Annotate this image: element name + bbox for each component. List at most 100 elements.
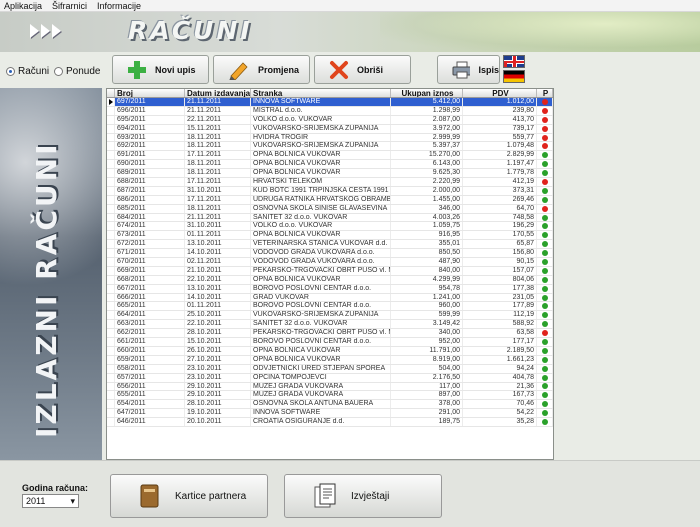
- table-row[interactable]: 658/2011 23.10.2011 ODVJETNIČKI URED STJEP…: [107, 364, 553, 374]
- radio-checked-icon: [6, 67, 15, 76]
- cell-iznos: 3.149,42: [391, 320, 463, 329]
- radio-ponude[interactable]: Ponude: [54, 66, 100, 77]
- partner-cards-button[interactable]: Kartice partnera: [110, 474, 268, 518]
- table-row[interactable]: 696/2011 21.11.2011 MISTRAL d.o.o. 1.298,99…: [107, 106, 553, 116]
- cell-pdv: 413,70: [463, 115, 537, 124]
- table-row[interactable]: 654/2011 28.10.2011 OSNOVNA ŠKOLA ANTUNA B…: [107, 400, 553, 410]
- cell-paid-status: [537, 284, 553, 293]
- table-row[interactable]: 662/2011 28.10.2011 PEKARSKO-TRGOVAČKI OBR…: [107, 329, 553, 339]
- new-button[interactable]: Novi upis: [112, 55, 209, 84]
- cell-paid-status: [537, 151, 553, 160]
- table-row[interactable]: 697/2011 21.11.2011 INNOVA SOFTWARE 5.412,0…: [107, 98, 553, 107]
- cell-broj: 692/2011: [115, 142, 185, 151]
- menu-item-informacije[interactable]: Informacije: [97, 0, 141, 11]
- cell-paid-status: [537, 391, 553, 400]
- row-indicator: [107, 106, 115, 115]
- table-row[interactable]: 686/2011 17.11.2011 UDRUGA RATNIKA HRVATSK…: [107, 195, 553, 205]
- row-indicator: [107, 195, 115, 204]
- row-indicator: [107, 320, 115, 329]
- table-row[interactable]: 646/2011 20.10.2011 CROATIA OSIGURANJE d.d…: [107, 418, 553, 427]
- reports-label: Izvještaji: [351, 490, 390, 502]
- cell-stranka: OPNA BOLNICA VUKOVAR: [251, 275, 391, 284]
- column-header-stranka[interactable]: Stranka: [251, 89, 391, 97]
- cell-paid-status: [537, 311, 553, 320]
- table-row[interactable]: 685/2011 18.11.2011 OSNOVNA ŠKOLA SINIŠE G…: [107, 204, 553, 214]
- column-header-pdv[interactable]: PDV: [463, 89, 537, 97]
- cell-datum: 14.10.2011: [185, 249, 251, 258]
- reports-button[interactable]: Izvještaji: [284, 474, 442, 518]
- cell-iznos: 2.176,50: [391, 373, 463, 382]
- cell-iznos: 9.625,30: [391, 169, 463, 178]
- table-row[interactable]: 689/2011 18.11.2011 OPNA BOLNICA VUKOVAR 9.…: [107, 169, 553, 179]
- row-indicator: [107, 400, 115, 409]
- column-header-p[interactable]: P: [537, 89, 553, 97]
- table-row[interactable]: 672/2011 13.10.2011 VETERINARSKA STANICA V…: [107, 240, 553, 250]
- table-row[interactable]: 694/2011 15.11.2011 VUKOVARSKO-SRIJEMSKA Ž…: [107, 124, 553, 134]
- table-row[interactable]: 661/2011 15.10.2011 BOROVO POSLOVNI CENTAR…: [107, 338, 553, 347]
- cell-pdv: 588,92: [463, 320, 537, 329]
- menu-item-sifrarnici[interactable]: Šifrarnici: [52, 0, 87, 11]
- table-row[interactable]: 666/2011 14.10.2011 GRAD VUKOVAR 1.241,00 23…: [107, 293, 553, 303]
- english-flag-icon[interactable]: [503, 55, 525, 68]
- cell-broj: 655/2011: [115, 391, 185, 400]
- row-indicator: [107, 346, 115, 355]
- row-indicator: [107, 391, 115, 400]
- table-row[interactable]: 660/2011 26.10.2011 OPNA BOLNICA VUKOVAR 11…: [107, 346, 553, 356]
- table-row[interactable]: 688/2011 17.11.2011 HRVATSKI TELEKOM 2.220,…: [107, 178, 553, 187]
- table-row[interactable]: 692/2011 18.11.2011 VUKOVARSKO-SRIJEMSKA Ž…: [107, 142, 553, 152]
- partner-cards-label: Kartice partnera: [175, 490, 247, 502]
- column-header-iznos[interactable]: Ukupan iznos: [391, 89, 463, 97]
- table-row[interactable]: 664/2011 25.10.2011 VUKOVARSKO-SRIJEMSKA Ž…: [107, 311, 553, 321]
- cell-datum: 20.10.2011: [185, 418, 251, 426]
- radio-racuni[interactable]: Računi: [6, 66, 49, 77]
- column-header-datum[interactable]: Datum izdavanja: [185, 89, 251, 97]
- table-row[interactable]: 695/2011 22.11.2011 VOLKO d.o.o. VUKOVAR 2.…: [107, 115, 553, 125]
- new-button-label: Novi upis: [155, 64, 196, 75]
- header-indicator: [107, 89, 115, 97]
- cell-datum: 29.10.2011: [185, 382, 251, 391]
- cell-pdv: 64,70: [463, 204, 537, 213]
- table-row[interactable]: 655/2011 29.10.2011 MUZEJ GRADA VUKOVARA 89…: [107, 391, 553, 401]
- cell-datum: 21.11.2011: [185, 213, 251, 222]
- cell-stranka: INNOVA SOFTWARE: [251, 409, 391, 418]
- cell-paid-status: [537, 222, 553, 231]
- cell-stranka: OPNA BOLNICA VUKOVAR: [251, 346, 391, 355]
- year-select[interactable]: 2011: [22, 494, 79, 508]
- table-row[interactable]: 668/2011 22.10.2011 OPNA BOLNICA VUKOVAR 4.…: [107, 275, 553, 285]
- table-row[interactable]: 669/2011 21.10.2011 PEKARSKO-TRGOVAČKI OBR…: [107, 266, 553, 276]
- table-row[interactable]: 687/2011 31.10.2011 KUD BOTC 1991 TRPINJSK…: [107, 186, 553, 196]
- cell-pdv: 156,80: [463, 249, 537, 258]
- cell-pdv: 804,06: [463, 275, 537, 284]
- table-row[interactable]: 667/2011 13.10.2011 BOROVO POSLOVNI CENTAR…: [107, 284, 553, 294]
- invoice-grid[interactable]: Broj Datum izdavanja Stranka Ukupan izno…: [106, 88, 554, 460]
- table-row[interactable]: 693/2011 18.11.2011 HVIDRA TROGIR 2.999,99 5…: [107, 133, 553, 143]
- menu-item-aplikacija[interactable]: Aplikacija: [4, 0, 42, 11]
- cell-pdv: 196,29: [463, 222, 537, 231]
- edit-button[interactable]: Promjena: [213, 55, 310, 84]
- german-flag-icon[interactable]: [503, 70, 525, 83]
- table-row[interactable]: 657/2011 23.10.2011 OPĆINA TOMPOJEVCI 2.176…: [107, 373, 553, 383]
- table-row[interactable]: 656/2011 29.10.2011 MUZEJ GRADA VUKOVARA 11…: [107, 382, 553, 392]
- delete-button[interactable]: Obriši: [314, 55, 411, 84]
- table-row[interactable]: 659/2011 27.10.2011 OPNA BOLNICA VUKOVAR 8.…: [107, 355, 553, 365]
- page-title: RAČUNI: [128, 16, 253, 45]
- cell-stranka: CROATIA OSIGURANJE d.d.: [251, 418, 391, 426]
- table-row[interactable]: 647/2011 19.10.2011 INNOVA SOFTWARE 291,00 5…: [107, 409, 553, 419]
- table-row[interactable]: 665/2011 01.11.2011 BOROVO POSLOVNI CENTAR…: [107, 302, 553, 312]
- row-indicator: [107, 169, 115, 178]
- table-row[interactable]: 674/2011 31.10.2011 VOLKO d.o.o. VUKOVAR 1.…: [107, 222, 553, 232]
- cell-stranka: OPNA BOLNICA VUKOVAR: [251, 231, 391, 240]
- cell-broj: 685/2011: [115, 204, 185, 213]
- table-row[interactable]: 670/2011 02.11.2011 VODOVOD GRADA VUKOVARA…: [107, 258, 553, 267]
- column-header-broj[interactable]: Broj: [115, 89, 185, 97]
- cell-pdv: 63,58: [463, 329, 537, 338]
- table-row[interactable]: 684/2011 21.11.2011 SANITET 32 d.o.o. VUKO…: [107, 213, 553, 223]
- print-button[interactable]: Ispis: [437, 55, 500, 84]
- table-row[interactable]: 690/2011 18.11.2011 OPNA BOLNICA VUKOVAR 6.…: [107, 160, 553, 170]
- edit-button-label: Promjena: [258, 64, 300, 75]
- table-row[interactable]: 673/2011 01.11.2011 OPNA BOLNICA VUKOVAR 91…: [107, 231, 553, 241]
- table-row[interactable]: 663/2011 22.10.2011 SANITET 32 d.o.o. VUKO…: [107, 320, 553, 330]
- cell-stranka: MUZEJ GRADA VUKOVARA: [251, 391, 391, 400]
- table-row[interactable]: 671/2011 14.10.2011 VODOVOD GRADA VUKOVARA…: [107, 249, 553, 259]
- table-row[interactable]: 691/2011 17.11.2011 OPNA BOLNICA VUKOVAR 15…: [107, 151, 553, 161]
